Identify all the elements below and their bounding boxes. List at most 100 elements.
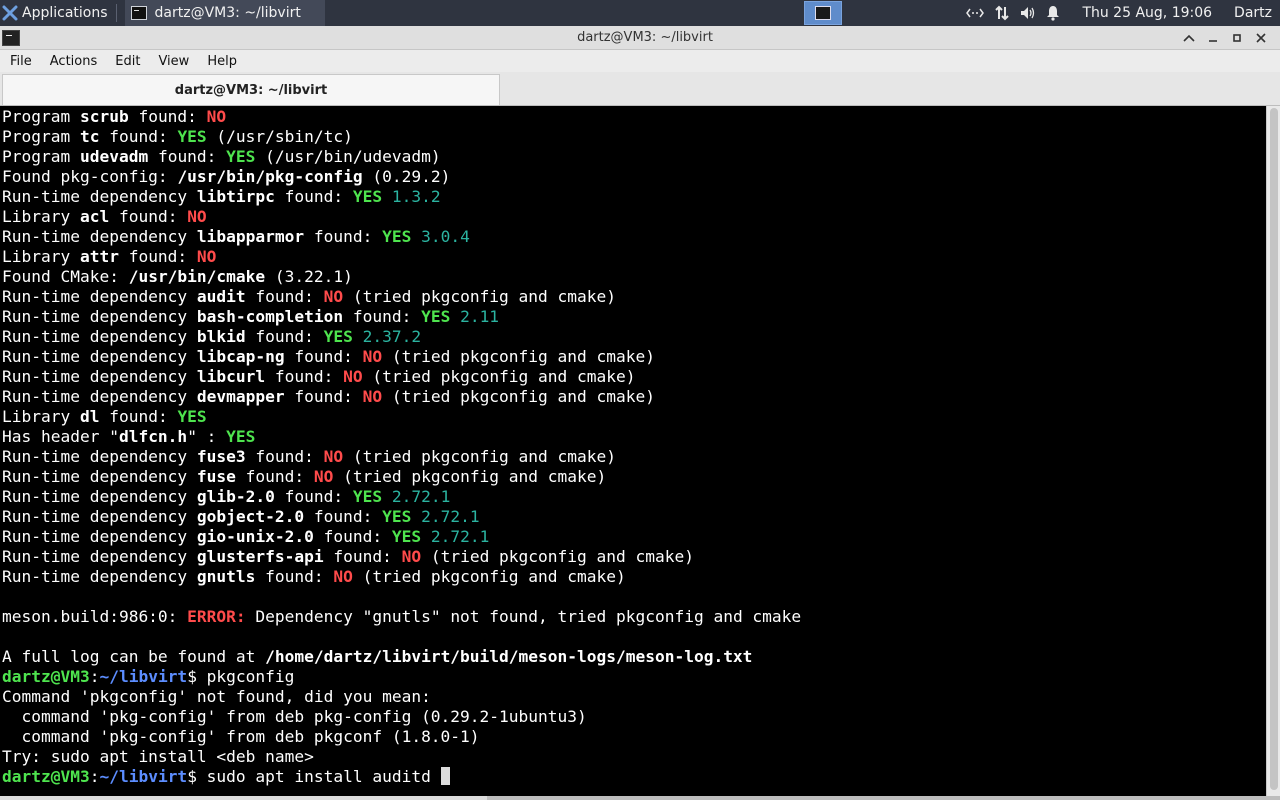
terminal-text: YES: [177, 407, 207, 426]
terminal-text: ~/libvirt: [99, 767, 188, 786]
system-tray: Thu 25 Aug, 19:06 Dartz: [966, 5, 1280, 21]
terminal-line: Command 'pkgconfig' not found, did you m…: [2, 687, 1266, 707]
terminal-line: A full log can be found at /home/dartz/l…: [2, 647, 1266, 667]
window-titlebar[interactable]: dartz@VM3: ~/libvirt: [0, 26, 1280, 50]
terminal-text: dartz@VM3: [2, 667, 90, 686]
terminal-text: fuse: [196, 467, 236, 486]
terminal-text: found:: [284, 387, 363, 406]
terminal-line: Run-time dependency libapparmor found: Y…: [2, 227, 1266, 247]
terminal-text: Command 'pkgconfig' not found, did you m…: [2, 687, 431, 706]
terminal-text: (tried pkgconfig and cmake): [421, 547, 694, 566]
terminal-text: ~/libvirt: [99, 667, 188, 686]
terminal-text: scrub: [79, 107, 129, 126]
terminal-text: devmapper: [196, 387, 285, 406]
terminal-line: meson.build:986:0: ERROR: Dependency "gn…: [2, 607, 1266, 627]
terminal-text: acl: [79, 207, 110, 226]
terminal-text: YES: [177, 127, 207, 146]
notification-bell-icon[interactable]: [1046, 5, 1060, 21]
terminal-text: found:: [304, 227, 383, 246]
terminal-text: gio-unix-2.0: [196, 527, 314, 546]
terminal-line: Run-time dependency bash-completion foun…: [2, 307, 1266, 327]
terminal-text: Run-time dependency: [2, 387, 197, 406]
menu-view[interactable]: View: [148, 54, 197, 69]
terminal-text: found:: [313, 527, 392, 546]
terminal-text: found:: [284, 347, 363, 366]
minimize-icon[interactable]: [1204, 29, 1222, 47]
terminal-line: Program udevadm found: YES (/usr/bin/ude…: [2, 147, 1266, 167]
terminal-text: Run-time dependency: [2, 547, 197, 566]
taskbar-terminal-label: dartz@VM3: ~/libvirt: [154, 5, 301, 21]
terminal-line: Library attr found: NO: [2, 247, 1266, 267]
terminal-text: Run-time dependency: [2, 227, 197, 246]
menu-actions[interactable]: Actions: [40, 54, 106, 69]
terminal-line: Library acl found: NO: [2, 207, 1266, 227]
terminal-text: YES: [352, 487, 383, 506]
scrollbar-thumb[interactable]: [1270, 108, 1278, 790]
terminal-text: gobject-2.0: [196, 507, 305, 526]
terminal-line: Program tc found: YES (/usr/sbin/tc): [2, 127, 1266, 147]
window-title: dartz@VM3: ~/libvirt: [577, 30, 713, 45]
terminal-window-icon[interactable]: [2, 29, 20, 46]
terminal-text: Run-time dependency: [2, 287, 197, 306]
menu-edit[interactable]: Edit: [105, 54, 148, 69]
terminal-line: Run-time dependency glib-2.0 found: YES …: [2, 487, 1266, 507]
terminal-text: NO: [323, 287, 344, 306]
terminal-text: found:: [274, 487, 353, 506]
terminal-text: bash-completion: [196, 307, 344, 326]
terminal-text: 2.11: [450, 307, 500, 326]
menu-help[interactable]: Help: [197, 54, 245, 69]
terminal-text: NO: [313, 467, 334, 486]
clock[interactable]: Thu 25 Aug, 19:06: [1082, 5, 1212, 21]
network-icon[interactable]: [966, 7, 985, 19]
terminal-line: Found pkg-config: /usr/bin/pkg-config (0…: [2, 167, 1266, 187]
terminal-line: Has header "dlfcn.h" : YES: [2, 427, 1266, 447]
terminal-text: attr: [79, 247, 119, 266]
xfce-logo-icon: [2, 5, 18, 21]
terminal-line: Run-time dependency glusterfs-api found:…: [2, 547, 1266, 567]
terminal-line: Run-time dependency gobject-2.0 found: Y…: [2, 507, 1266, 527]
vertical-scrollbar[interactable]: [1266, 106, 1280, 796]
menu-file[interactable]: File: [0, 54, 40, 69]
terminal-text: YES: [226, 427, 256, 446]
terminal-text: found:: [304, 507, 383, 526]
volume-icon[interactable]: [1020, 6, 1036, 20]
terminal-text: command 'pkg-config' from deb pkg-config…: [2, 707, 587, 726]
terminal-line: Run-time dependency gnutls found: NO (tr…: [2, 567, 1266, 587]
terminal-text: NO: [401, 547, 422, 566]
transfer-arrows-icon[interactable]: [994, 5, 1010, 21]
terminal-text: glusterfs-api: [196, 547, 324, 566]
terminal-text: 2.72.1: [382, 487, 451, 506]
terminal-line: command 'pkg-config' from deb pkgconf (1…: [2, 727, 1266, 747]
terminal-text: Run-time dependency: [2, 327, 197, 346]
terminal-text: Dependency "gnutls" not found, tried pkg…: [245, 607, 802, 626]
terminal-text: Run-time dependency: [2, 367, 197, 386]
terminal-text: libcurl: [196, 367, 266, 386]
taskbar-terminal-button[interactable]: dartz@VM3: ~/libvirt: [124, 0, 325, 26]
bottom-strip-thumb: [487, 796, 1280, 800]
terminal-text: YES: [323, 327, 353, 346]
terminal-line: Run-time dependency fuse3 found: NO (tri…: [2, 447, 1266, 467]
terminal-text: libapparmor: [196, 227, 305, 246]
chevron-up-icon[interactable]: [1180, 29, 1198, 47]
maximize-icon[interactable]: [1228, 29, 1246, 47]
terminal-text: YES: [382, 507, 412, 526]
terminal-text: found:: [148, 147, 227, 166]
close-icon[interactable]: [1252, 29, 1270, 47]
terminal-text: Found CMake:: [2, 267, 129, 286]
terminal-text: :: [89, 667, 100, 686]
tab-terminal[interactable]: dartz@VM3: ~/libvirt: [2, 74, 500, 105]
terminal-text: NO: [206, 107, 227, 126]
terminal-line: Program scrub found: NO: [2, 107, 1266, 127]
terminal-text: Has header ": [2, 427, 119, 446]
terminal-text: /home/dartz/libvirt/build/meson-logs/mes…: [265, 647, 753, 666]
terminal-output[interactable]: Program scrub found: NO Program tc found:…: [0, 106, 1266, 796]
terminal-text: command 'pkg-config' from deb pkgconf (1…: [2, 727, 480, 746]
user-menu[interactable]: Dartz: [1234, 5, 1272, 21]
terminal-text: /usr/bin/cmake: [128, 267, 266, 286]
terminal-text: Program: [2, 127, 80, 146]
terminal-text: ERROR:: [187, 607, 246, 626]
workspace-switcher[interactable]: [804, 1, 843, 25]
applications-menu[interactable]: Applications: [0, 0, 112, 26]
terminal-text: 2.72.1: [421, 527, 490, 546]
terminal-text: Program: [2, 107, 80, 126]
